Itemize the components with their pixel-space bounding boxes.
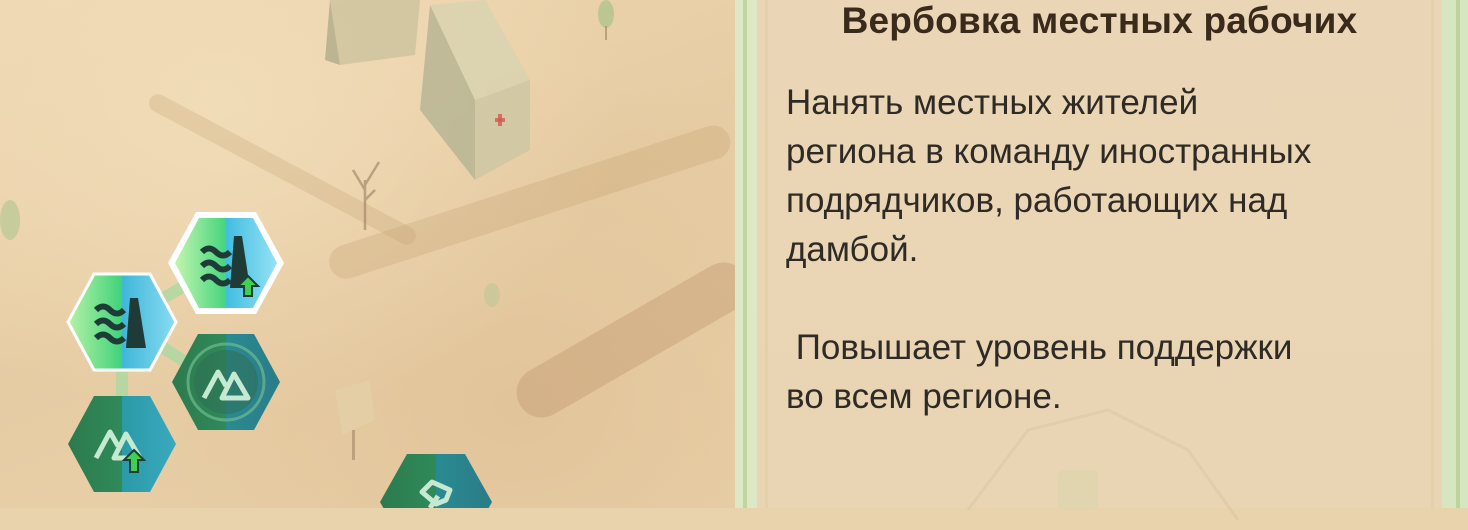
game-map: [0, 0, 735, 508]
mountain-node[interactable]: [170, 332, 282, 432]
panel-description: Нанять местных жителей региона в команду…: [786, 83, 1312, 416]
panel-title: Вербовка местных рабочих: [841, 0, 1358, 41]
panel-frame: Вербовка местных рабочих Нанять местных …: [765, 0, 1434, 521]
tools-node[interactable]: [378, 452, 494, 508]
water-dam-upgrade-node[interactable]: [166, 210, 286, 316]
skill-info-panel: Вербовка местных рабочих Нанять местных …: [735, 0, 1468, 521]
water-dam-node[interactable]: [66, 272, 178, 372]
mountain-upgrade-node[interactable]: [66, 394, 178, 494]
